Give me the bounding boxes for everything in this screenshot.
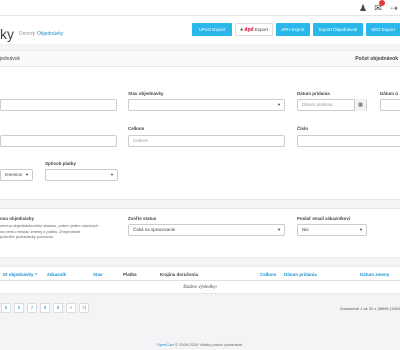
small-select-value: Ienenios bbox=[5, 172, 23, 177]
page-8[interactable]: 8 bbox=[40, 303, 50, 313]
exit-icon[interactable]: ⇢ bbox=[389, 3, 399, 13]
page-7[interactable]: 7 bbox=[27, 303, 37, 313]
status-select[interactable]: ▼ bbox=[128, 99, 285, 111]
seo-export-button[interactable]: SEO Export bbox=[366, 23, 400, 36]
col-country: Krajina doručenia bbox=[160, 272, 199, 277]
footer: OpenCart © 2009-2020 Všetky práva vyhrad… bbox=[0, 342, 400, 347]
dpd-icon: ● bbox=[240, 27, 244, 33]
upost-export-button[interactable]: UPost Export bbox=[192, 23, 232, 36]
sort-up-icon: ^ bbox=[34, 272, 38, 277]
col-order-id[interactable]: ID objednávky ^ bbox=[3, 272, 37, 277]
empty-results: Žiadne výsledky! bbox=[183, 284, 217, 289]
help-line: potvrďte požiadavky pomocou bbox=[0, 234, 54, 239]
date-added-input[interactable]: Dátum pridania ▦ bbox=[297, 99, 367, 111]
date-modified-label: Dátum ú bbox=[380, 91, 398, 96]
chevron-down-icon: ▼ bbox=[277, 102, 281, 107]
export-orders-button[interactable]: Export Objednávok bbox=[313, 23, 363, 36]
payment-method-label: Spôsob platby bbox=[45, 161, 77, 166]
order-id-field[interactable] bbox=[0, 99, 117, 111]
pagination-info: Zobrazené 1 až 20 z 38995 (1950 bbox=[339, 306, 400, 311]
date-modified-input[interactable] bbox=[380, 99, 400, 111]
page-title: ky bbox=[0, 26, 14, 42]
date-added-placeholder: Dátum pridania bbox=[302, 102, 333, 107]
eph-export-button[interactable]: ePH Export bbox=[276, 23, 310, 36]
chevron-down-icon: ▼ bbox=[110, 172, 114, 177]
dpd-export-label: Export bbox=[254, 27, 268, 32]
col-date-added[interactable]: Dátum pridania bbox=[284, 272, 317, 277]
top-bar: ♟ ✉ ⇢ bbox=[0, 0, 400, 16]
chevron-down-icon: ▼ bbox=[359, 227, 363, 232]
calendar-icon[interactable]: ▦ bbox=[354, 99, 366, 111]
opencart-link[interactable]: OpenCart bbox=[157, 342, 174, 347]
page-9[interactable]: 9 bbox=[53, 303, 63, 313]
total-input[interactable]: Celkom bbox=[128, 135, 285, 147]
total-label: Celkom bbox=[128, 126, 145, 131]
footer-copyright: © 2009-2020 Všetky práva vyhradené. bbox=[173, 342, 244, 347]
number-label: Číslo bbox=[297, 126, 309, 131]
user-icon[interactable]: ♟ bbox=[358, 3, 368, 13]
choose-status-label: Zvoľte status bbox=[128, 216, 157, 221]
panel-heading: jednávok Počet objednávok bbox=[0, 51, 400, 67]
bulk-help-text: zmenu objednávkového statusu, potom jedn… bbox=[0, 223, 99, 240]
date-added-label: Dátum pridania bbox=[297, 91, 330, 96]
small-select[interactable]: Ienenios ▼ bbox=[0, 169, 33, 181]
col-status[interactable]: Stav bbox=[93, 272, 103, 277]
status-label: Stav objednávky bbox=[128, 91, 164, 96]
help-line: zmenu objednávkového statusu, potom jedn… bbox=[0, 223, 99, 228]
last-page-button[interactable]: >| bbox=[79, 303, 89, 313]
table-header-row: ID objednávky ^ Zákazník Stav Platba Kra… bbox=[0, 267, 400, 281]
filter-panel: jednávok Počet objednávok Stav objednávk… bbox=[0, 50, 400, 200]
chevron-down-icon: ▼ bbox=[25, 172, 29, 177]
customer-field[interactable] bbox=[0, 135, 117, 147]
bulk-status-panel: ovu objednávky zmenu objednávkového stat… bbox=[0, 208, 400, 258]
total-placeholder: Celkom bbox=[133, 138, 149, 143]
page-6[interactable]: 6 bbox=[14, 303, 24, 313]
dpd-export-button[interactable]: ● dpd Export bbox=[235, 23, 273, 36]
orders-count-label: Počet objednávok bbox=[355, 56, 398, 62]
col-total[interactable]: Celkom bbox=[260, 272, 276, 277]
choose-status-select[interactable]: Čaká na spracovanie ▼ bbox=[128, 224, 285, 236]
col-order-id-label: ID objednávky bbox=[3, 272, 34, 277]
notification-badge bbox=[379, 0, 385, 6]
next-page-button[interactable]: > bbox=[66, 303, 76, 313]
breadcrumb-separator: | bbox=[33, 31, 35, 37]
breadcrumb-orders[interactable]: Objednávky bbox=[37, 31, 63, 37]
col-date-modified[interactable]: Dátum zmeny bbox=[360, 272, 389, 277]
page-5[interactable]: 5 bbox=[1, 303, 11, 313]
payment-method-select[interactable]: ▼ bbox=[45, 169, 118, 181]
col-customer[interactable]: Zákazník bbox=[47, 272, 66, 277]
orders-table: ID objednávky ^ Zákazník Stav Platba Kra… bbox=[0, 266, 400, 294]
chevron-down-icon: ▼ bbox=[277, 227, 281, 232]
panel-title: jednávok bbox=[0, 56, 21, 62]
send-email-select[interactable]: Nie ▼ bbox=[297, 224, 367, 236]
bulk-status-label: ovu objednávky bbox=[0, 216, 35, 221]
dpd-logo: dpd bbox=[244, 27, 254, 33]
choose-status-value: Čaká na spracovanie bbox=[133, 227, 176, 232]
send-email-value: Nie bbox=[302, 227, 309, 232]
col-payment: Platba bbox=[123, 272, 137, 277]
send-email-label: Poslať email zákazníkovi bbox=[297, 216, 351, 221]
number-input[interactable] bbox=[297, 135, 400, 147]
